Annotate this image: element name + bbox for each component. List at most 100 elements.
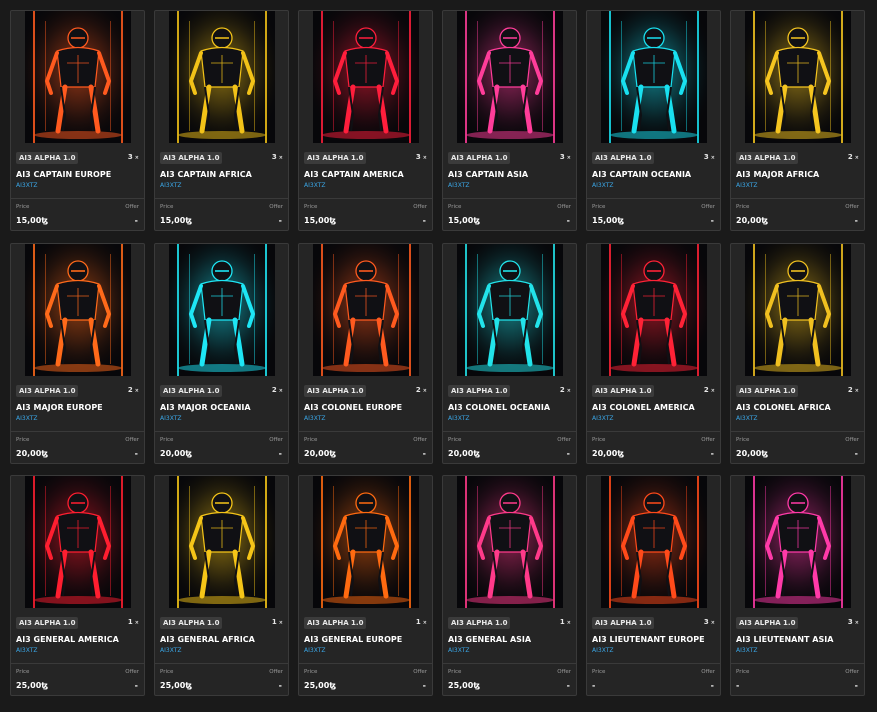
nft-artwork-image[interactable]	[601, 244, 707, 376]
nft-title[interactable]: AI3 LIEUTENANT ASIA	[736, 635, 864, 644]
nft-artwork-image[interactable]	[457, 244, 563, 376]
collection-badge[interactable]: AI3 ALPHA 1.0	[160, 617, 223, 629]
collection-badge[interactable]: AI3 ALPHA 1.0	[736, 385, 799, 397]
creator-link[interactable]: AI3XTZ	[448, 647, 469, 654]
nft-title[interactable]: AI3 COLONEL AFRICA	[736, 403, 864, 412]
nft-title[interactable]: AI3 GENERAL ASIA	[448, 635, 576, 644]
card-divider	[731, 431, 864, 432]
creator-link[interactable]: AI3XTZ	[592, 415, 613, 422]
nft-artwork-image[interactable]	[169, 476, 275, 608]
collection-badge[interactable]: AI3 ALPHA 1.0	[160, 385, 223, 397]
collection-badge[interactable]: AI3 ALPHA 1.0	[448, 385, 511, 397]
price-value: 20,00ꜩ	[16, 449, 49, 458]
nft-title[interactable]: AI3 CAPTAIN EUROPE	[16, 170, 144, 179]
price-value: -	[592, 681, 596, 690]
nft-artwork-image[interactable]	[25, 244, 131, 376]
edition-count-value: 1	[127, 618, 133, 626]
nft-card[interactable]: AI3 ALPHA 1.0 3 × AI3 CAPTAIN AFRICA AI3X…	[154, 10, 289, 231]
nft-artwork-image[interactable]	[457, 11, 563, 143]
nft-title[interactable]: AI3 MAJOR AFRICA	[736, 170, 864, 179]
nft-card[interactable]: AI3 ALPHA 1.0 1 × AI3 GENERAL ASIA AI3XTZ…	[442, 475, 577, 696]
creator-link[interactable]: AI3XTZ	[736, 415, 757, 422]
nft-card[interactable]: AI3 ALPHA 1.0 2 × AI3 COLONEL EUROPE AI3X…	[298, 243, 433, 464]
nft-card[interactable]: AI3 ALPHA 1.0 3 × AI3 LIEUTENANT ASIA AI3…	[730, 475, 865, 696]
collection-badge[interactable]: AI3 ALPHA 1.0	[16, 617, 79, 629]
nft-artwork-image[interactable]	[745, 244, 851, 376]
nft-artwork-image[interactable]	[745, 11, 851, 143]
nft-artwork-image[interactable]	[169, 11, 275, 143]
creator-link[interactable]: AI3XTZ	[448, 415, 469, 422]
nft-title[interactable]: AI3 CAPTAIN ASIA	[448, 170, 576, 179]
creator-link[interactable]: AI3XTZ	[16, 182, 37, 189]
nft-artwork-image[interactable]	[313, 11, 419, 143]
nft-title[interactable]: AI3 COLONEL AMERICA	[592, 403, 720, 412]
collection-badge[interactable]: AI3 ALPHA 1.0	[736, 617, 799, 629]
nft-title[interactable]: AI3 CAPTAIN AFRICA	[160, 170, 288, 179]
nft-title[interactable]: AI3 COLONEL OCEANIA	[448, 403, 576, 412]
price-value: 15,00ꜩ	[448, 216, 481, 225]
creator-link[interactable]: AI3XTZ	[448, 182, 469, 189]
creator-link[interactable]: AI3XTZ	[160, 647, 181, 654]
nft-artwork-image[interactable]	[601, 11, 707, 143]
creator-link[interactable]: AI3XTZ	[592, 182, 613, 189]
creator-link[interactable]: AI3XTZ	[160, 415, 181, 422]
creator-link[interactable]: AI3XTZ	[304, 415, 325, 422]
collection-badge[interactable]: AI3 ALPHA 1.0	[16, 385, 79, 397]
nft-title[interactable]: AI3 LIEUTENANT EUROPE	[592, 635, 720, 644]
nft-card[interactable]: AI3 ALPHA 1.0 2 × AI3 COLONEL OCEANIA AI3…	[442, 243, 577, 464]
creator-link[interactable]: AI3XTZ	[592, 647, 613, 654]
nft-title[interactable]: AI3 GENERAL AFRICA	[160, 635, 288, 644]
creator-link[interactable]: AI3XTZ	[304, 647, 325, 654]
nft-title[interactable]: AI3 MAJOR EUROPE	[16, 403, 144, 412]
nft-artwork-image[interactable]	[601, 476, 707, 608]
nft-card[interactable]: AI3 ALPHA 1.0 2 × AI3 MAJOR EUROPE AI3XTZ…	[10, 243, 145, 464]
collection-badge[interactable]: AI3 ALPHA 1.0	[160, 152, 223, 164]
collection-badge[interactable]: AI3 ALPHA 1.0	[448, 152, 511, 164]
offer-label: Offer	[557, 204, 571, 210]
creator-link[interactable]: AI3XTZ	[16, 647, 37, 654]
price-label: Price	[304, 669, 318, 675]
nft-card[interactable]: AI3 ALPHA 1.0 3 × AI3 CAPTAIN EUROPE AI3X…	[10, 10, 145, 231]
nft-artwork-image[interactable]	[25, 11, 131, 143]
creator-link[interactable]: AI3XTZ	[304, 182, 325, 189]
collection-badge[interactable]: AI3 ALPHA 1.0	[592, 617, 655, 629]
nft-card[interactable]: AI3 ALPHA 1.0 3 × AI3 CAPTAIN OCEANIA AI3…	[586, 10, 721, 231]
nft-card[interactable]: AI3 ALPHA 1.0 2 × AI3 MAJOR OCEANIA AI3XT…	[154, 243, 289, 464]
nft-card[interactable]: AI3 ALPHA 1.0 3 × AI3 CAPTAIN ASIA AI3XTZ…	[442, 10, 577, 231]
nft-artwork-image[interactable]	[313, 476, 419, 608]
nft-card[interactable]: AI3 ALPHA 1.0 1 × AI3 GENERAL EUROPE AI3X…	[298, 475, 433, 696]
nft-artwork-image[interactable]	[457, 476, 563, 608]
creator-link[interactable]: AI3XTZ	[16, 415, 37, 422]
nft-card[interactable]: AI3 ALPHA 1.0 2 × AI3 COLONEL AMERICA AI3…	[586, 243, 721, 464]
collection-badge[interactable]: AI3 ALPHA 1.0	[736, 152, 799, 164]
nft-title[interactable]: AI3 MAJOR OCEANIA	[160, 403, 288, 412]
multiplier-sign: ×	[278, 388, 283, 394]
nft-title[interactable]: AI3 GENERAL AMERICA	[16, 635, 144, 644]
nft-title[interactable]: AI3 CAPTAIN OCEANIA	[592, 170, 720, 179]
nft-card[interactable]: AI3 ALPHA 1.0 2 × AI3 COLONEL AFRICA AI3X…	[730, 243, 865, 464]
nft-artwork-image[interactable]	[313, 244, 419, 376]
nft-title[interactable]: AI3 CAPTAIN AMERICA	[304, 170, 432, 179]
nft-card[interactable]: AI3 ALPHA 1.0 3 × AI3 CAPTAIN AMERICA AI3…	[298, 10, 433, 231]
creator-link[interactable]: AI3XTZ	[160, 182, 181, 189]
nft-artwork-image[interactable]	[169, 244, 275, 376]
nft-title[interactable]: AI3 COLONEL EUROPE	[304, 403, 432, 412]
collection-badge[interactable]: AI3 ALPHA 1.0	[304, 617, 367, 629]
nft-artwork-image[interactable]	[25, 476, 131, 608]
nft-card[interactable]: AI3 ALPHA 1.0 3 × AI3 LIEUTENANT EUROPE A…	[586, 475, 721, 696]
nft-artwork-image[interactable]	[745, 476, 851, 608]
collection-badge[interactable]: AI3 ALPHA 1.0	[448, 617, 511, 629]
nft-card[interactable]: AI3 ALPHA 1.0 2 × AI3 MAJOR AFRICA AI3XTZ…	[730, 10, 865, 231]
collection-badge[interactable]: AI3 ALPHA 1.0	[592, 152, 655, 164]
edition-count-value: 3	[703, 618, 709, 626]
multiplier-sign: ×	[422, 155, 427, 161]
creator-link[interactable]: AI3XTZ	[736, 182, 757, 189]
nft-card[interactable]: AI3 ALPHA 1.0 1 × AI3 GENERAL AFRICA AI3X…	[154, 475, 289, 696]
creator-link[interactable]: AI3XTZ	[736, 647, 757, 654]
nft-card[interactable]: AI3 ALPHA 1.0 1 × AI3 GENERAL AMERICA AI3…	[10, 475, 145, 696]
collection-badge[interactable]: AI3 ALPHA 1.0	[304, 385, 367, 397]
nft-title[interactable]: AI3 GENERAL EUROPE	[304, 635, 432, 644]
collection-badge[interactable]: AI3 ALPHA 1.0	[592, 385, 655, 397]
collection-badge[interactable]: AI3 ALPHA 1.0	[16, 152, 79, 164]
collection-badge[interactable]: AI3 ALPHA 1.0	[304, 152, 367, 164]
